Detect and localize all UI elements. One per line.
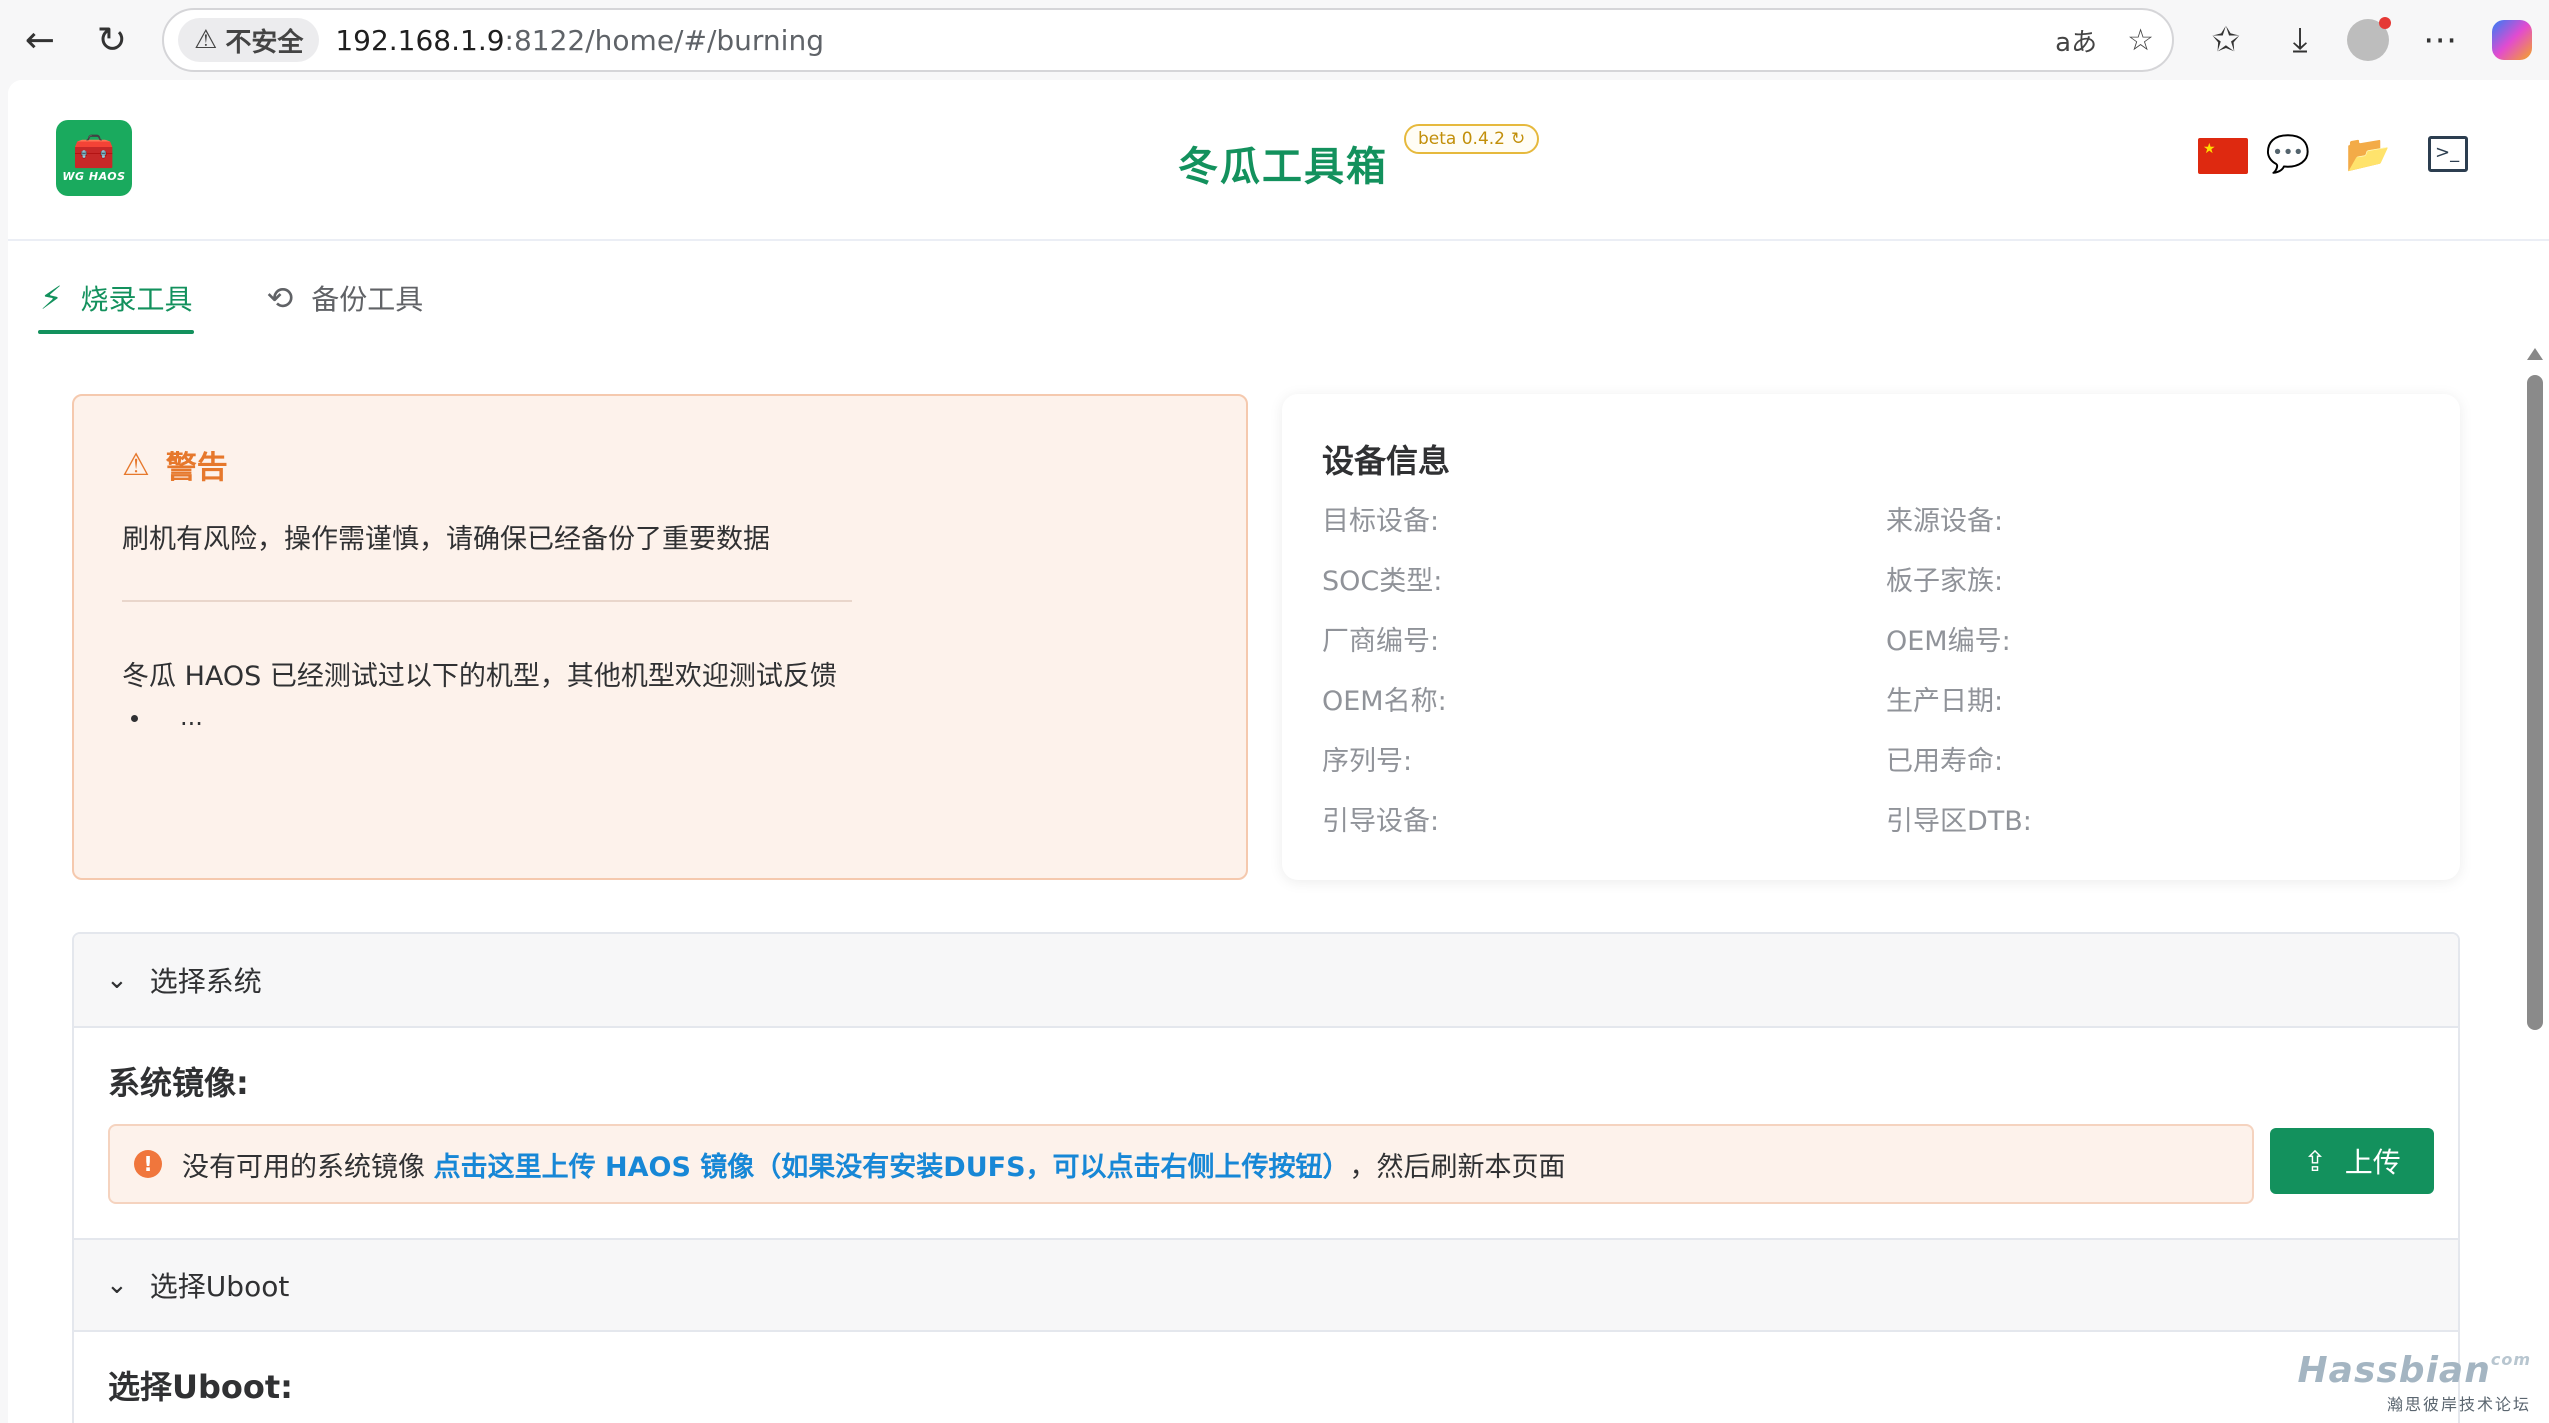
list-item: ... [152, 703, 1198, 731]
download-icon[interactable]: ⤓ [2272, 12, 2328, 68]
favorites-icon[interactable]: ✩ [2198, 12, 2254, 68]
terminal-icon[interactable]: >_ [2424, 130, 2472, 178]
history-icon: ⟲ [266, 279, 294, 317]
upload-image-link[interactable]: 点击这里上传 HAOS 镜像（如果没有安装DUFS，可以点击右侧上传按钮） [434, 1145, 1350, 1184]
watermark: Hassbiancom 瀚思彼岸技术论坛 [2298, 1350, 2531, 1415]
scroll-up-arrow[interactable] [2527, 348, 2543, 360]
collapse-header-label: 选择Uboot [149, 1270, 290, 1303]
field-boot-device: 引导设备: [1322, 806, 1440, 837]
tab-bar: ⚡ 烧录工具 ⟲ 备份工具 [38, 262, 425, 334]
tab-burning-tool[interactable]: ⚡ 烧录工具 [38, 262, 195, 334]
chevron-down-icon: ⌄ [106, 1270, 128, 1300]
app-header: 🧰 WG HAOS 冬瓜工具箱 beta 0.4.2 ↻ ★ 💬 📂 >_ [8, 80, 2549, 241]
warning-title: ⚠ 警告 [122, 442, 1198, 487]
app-title: 冬瓜工具箱 [1178, 144, 1388, 190]
lightning-icon: ⚡ [40, 279, 63, 317]
browser-toolbar: ← ↻ ⚠ 不安全 192.168.1.9:8122/home/#/burnin… [0, 0, 2549, 80]
tab-label: 备份工具 [311, 283, 424, 316]
field-source-device: 来源设备: [1886, 506, 2004, 537]
warning-title-text: 警告 [165, 450, 228, 486]
more-menu-icon[interactable]: ⋯ [2412, 12, 2468, 68]
no-image-alert: ! 没有可用的系统镜像 点击这里上传 HAOS 镜像（如果没有安装DUFS，可以… [108, 1124, 2254, 1204]
field-manufacture-date: 生产日期: [1886, 686, 2004, 717]
watermark-brand: Hassbiancom [2298, 1350, 2531, 1391]
folder-icon[interactable]: 📂 [2344, 130, 2392, 178]
field-oem-name: OEM名称: [1322, 686, 1447, 717]
collapse-header-label: 选择系统 [149, 965, 262, 998]
reload-button[interactable]: ↻ [86, 14, 138, 66]
refresh-icon: ↻ [1511, 129, 1526, 149]
page: 🧰 WG HAOS 冬瓜工具箱 beta 0.4.2 ↻ ★ 💬 📂 >_ ⚡ … [8, 80, 2549, 1423]
field-target-device: 目标设备: [1322, 506, 1440, 537]
china-flag-icon[interactable]: ★ [2198, 138, 2248, 174]
watermark-brand-text: Hassbian [2297, 1350, 2491, 1391]
field-soc-type: SOC类型: [1322, 566, 1443, 597]
tab-label: 烧录工具 [80, 283, 193, 316]
arrow-left-icon: ← [24, 19, 56, 61]
divider [122, 600, 852, 602]
star-icon[interactable]: ☆ [2127, 23, 2154, 58]
system-image-title: 系统镜像: [108, 1064, 249, 1102]
warning-text: 刷机有风险，操作需谨慎，请确保已经备份了重要数据 [122, 524, 770, 555]
device-info-title: 设备信息 [1322, 442, 1451, 480]
collapse-header-system[interactable]: ⌄ 选择系统 [74, 934, 2458, 1028]
url-path: :8122/home/#/burning [504, 23, 824, 57]
settings-collapse: ⌄ 选择系统 系统镜像: ! 没有可用的系统镜像 点击这里上传 HAOS 镜像（… [72, 932, 2460, 1423]
tested-models-text: 冬瓜 HAOS 已经测试过以下的机型，其他机型欢迎测试反馈 [122, 661, 837, 692]
warning-triangle-icon: ⚠ [122, 446, 150, 483]
upload-icon: ⇪ [2303, 1144, 2327, 1178]
field-serial-number: 序列号: [1322, 746, 1413, 777]
error-circle-icon: ! [134, 1150, 162, 1178]
watermark-brand-suffix: com [2490, 1350, 2531, 1369]
reload-icon: ↻ [96, 19, 128, 61]
alert-suffix: ，然后刷新本页面 [1349, 1151, 1566, 1183]
url-host: 192.168.1.9 [335, 23, 505, 57]
upload-button[interactable]: ⇪ 上传 [2270, 1128, 2434, 1194]
app-logo[interactable]: 🧰 WG HAOS [56, 120, 132, 196]
logo-text: WG HAOS [62, 169, 126, 183]
field-board-family: 板子家族: [1886, 566, 2004, 597]
field-boot-dtb: 引导区DTB: [1886, 806, 2032, 837]
scrollbar-thumb[interactable] [2527, 375, 2543, 1030]
warning-triangle-icon: ⚠ [194, 25, 218, 55]
chat-icon[interactable]: 💬 [2264, 130, 2312, 178]
url-text[interactable]: 192.168.1.9:8122/home/#/burning [335, 24, 824, 57]
field-life-used: 已用寿命: [1886, 746, 2004, 777]
tab-backup-tool[interactable]: ⟲ 备份工具 [264, 262, 425, 334]
copilot-icon[interactable] [2484, 12, 2540, 68]
security-indicator[interactable]: ⚠ 不安全 [178, 18, 320, 62]
insecure-label: 不安全 [225, 27, 304, 58]
tested-models-list: ... [152, 703, 1198, 731]
alert-prefix: 没有可用的系统镜像 [182, 1151, 434, 1183]
collapse-header-uboot[interactable]: ⌄ 选择Uboot [74, 1238, 2458, 1332]
uboot-title: 选择Uboot: [108, 1368, 293, 1406]
device-info-grid: 目标设备: 来源设备: SOC类型: 板子家族: 厂商编号: OEM编号: OE… [1322, 504, 2420, 840]
field-vendor-id: 厂商编号: [1322, 626, 1440, 657]
version-badge[interactable]: beta 0.4.2 ↻ [1404, 124, 1540, 154]
chevron-down-icon: ⌄ [106, 965, 128, 995]
back-button[interactable]: ← [14, 14, 66, 66]
address-bar[interactable]: ⚠ 不安全 192.168.1.9:8122/home/#/burning aあ… [162, 8, 2174, 72]
profile-avatar-icon[interactable] [2340, 12, 2396, 68]
field-oem-id: OEM编号: [1886, 626, 2011, 657]
watermark-subtitle: 瀚思彼岸技术论坛 [2386, 1395, 2531, 1414]
warning-card: ⚠ 警告 刷机有风险，操作需谨慎，请确保已经备份了重要数据 冬瓜 HAOS 已经… [72, 394, 1248, 880]
device-info-card: 设备信息 目标设备: 来源设备: SOC类型: 板子家族: 厂商编号: OEM编… [1282, 394, 2460, 880]
upload-label: 上传 [2344, 1146, 2401, 1179]
read-aloud-icon[interactable]: aあ [2055, 22, 2097, 59]
version-label: beta 0.4.2 [1418, 129, 1505, 149]
toolbox-icon: 🧰 [72, 131, 116, 172]
